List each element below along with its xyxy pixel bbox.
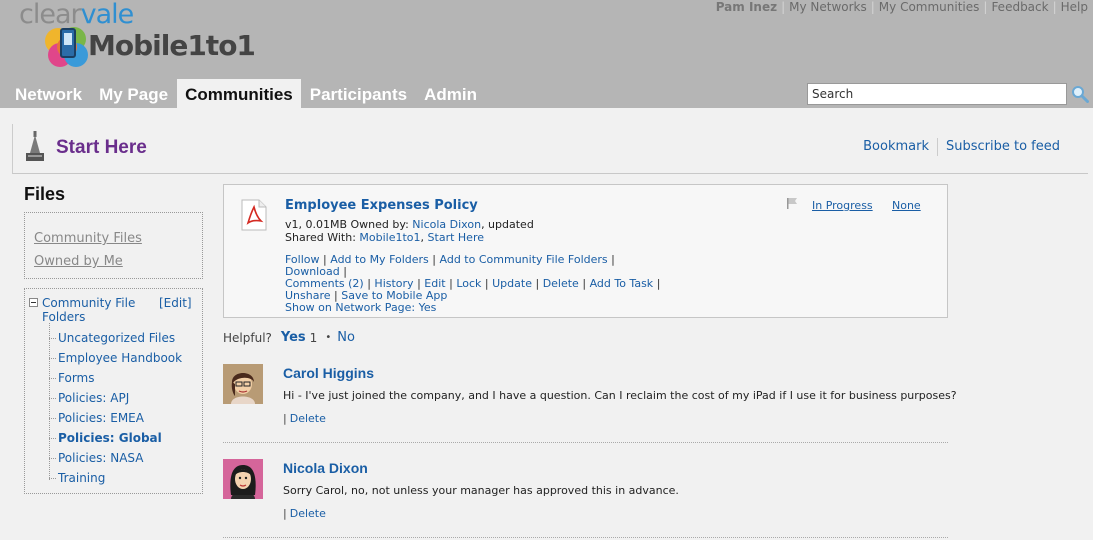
helpful-no-link[interactable]: No bbox=[337, 330, 355, 345]
edit-folders-link[interactable]: [Edit] bbox=[159, 296, 192, 310]
owner-link[interactable]: Nicola Dixon bbox=[412, 218, 481, 231]
page-title-bar: Start Here Bookmark Subscribe to feed bbox=[12, 124, 1088, 174]
delete-file-link[interactable]: Delete bbox=[543, 277, 579, 290]
search-input[interactable]: Search bbox=[807, 83, 1067, 105]
top-links: Pam Inez | My Networks | My Communities | Feed… bbox=[715, 0, 1088, 14]
divider bbox=[936, 138, 938, 156]
file-owner-line: v1, 0.01MB Owned by: Nicola Dixon, updat… bbox=[285, 218, 534, 231]
tab-communities[interactable]: Communities bbox=[177, 79, 301, 108]
comment-actions: | Delete bbox=[283, 507, 326, 520]
folder-policies-nasa[interactable]: Policies: NASA bbox=[49, 449, 182, 469]
header: clearvale Mobile1to1 Pam Inez | My Network… bbox=[0, 0, 1093, 108]
folder-training[interactable]: Training bbox=[49, 469, 182, 489]
tab-network[interactable]: Network bbox=[7, 79, 90, 108]
comment-author[interactable]: Carol Higgins bbox=[283, 365, 374, 381]
file-meta: v1, 0.01MB Owned by: Nicola Dixon, updat… bbox=[285, 218, 534, 244]
avatar[interactable] bbox=[223, 364, 263, 404]
comment-text: Hi - I've just joined the company, and I… bbox=[283, 389, 957, 402]
lock-link[interactable]: Lock bbox=[456, 277, 481, 290]
add-to-task-link[interactable]: Add To Task bbox=[590, 277, 654, 290]
comment-actions: | Delete bbox=[283, 412, 326, 425]
tower-icon bbox=[26, 131, 44, 161]
file-shared-line: Shared With: Mobile1to1, Start Here bbox=[285, 231, 484, 244]
search-icon[interactable] bbox=[1071, 85, 1089, 103]
tab-my-page[interactable]: My Page bbox=[91, 79, 176, 108]
subscribe-feed-link[interactable]: Subscribe to feed bbox=[946, 139, 1060, 156]
pdf-file-icon bbox=[241, 199, 267, 231]
folder-list: Uncategorized Files Employee Handbook Fo… bbox=[49, 329, 182, 489]
help-link[interactable]: Help bbox=[1061, 0, 1088, 14]
phone-icon bbox=[60, 28, 76, 58]
folder-policies-global[interactable]: Policies: Global bbox=[49, 429, 182, 449]
title-actions: Bookmark Subscribe to feed bbox=[863, 138, 1060, 156]
priority-none-link[interactable]: None bbox=[892, 199, 921, 212]
comment-divider bbox=[223, 537, 948, 538]
file-title[interactable]: Employee Expenses Policy bbox=[285, 198, 478, 213]
owned-by-me-link[interactable]: Owned by Me bbox=[34, 250, 202, 273]
comment-divider bbox=[223, 442, 948, 443]
collapse-icon[interactable] bbox=[29, 298, 38, 307]
tab-participants[interactable]: Participants bbox=[302, 79, 415, 108]
community-file-folders-link[interactable]: Community File Folders bbox=[42, 296, 142, 324]
helpful-label: Helpful? bbox=[223, 330, 272, 345]
show-on-network-page-link[interactable]: Show on Network Page: Yes bbox=[285, 301, 436, 314]
avatar[interactable] bbox=[223, 459, 263, 499]
comment-item: Nicola Dixon Sorry Carol, no, not unless… bbox=[223, 459, 948, 540]
user-name[interactable]: Pam Inez bbox=[716, 0, 777, 14]
delete-comment-link[interactable]: Delete bbox=[290, 507, 326, 520]
folder-policies-emea[interactable]: Policies: EMEA bbox=[49, 409, 182, 429]
flag-icon bbox=[787, 198, 797, 209]
add-to-community-folders-link[interactable]: Add to Community File Folders bbox=[440, 253, 608, 266]
feedback-link[interactable]: Feedback bbox=[991, 0, 1048, 14]
files-heading: Files bbox=[24, 184, 66, 204]
tab-admin[interactable]: Admin bbox=[416, 79, 485, 108]
comment-author[interactable]: Nicola Dixon bbox=[283, 460, 368, 476]
mobile1to1-logo[interactable]: Mobile1to1 bbox=[44, 25, 256, 69]
my-communities-link[interactable]: My Communities bbox=[879, 0, 980, 14]
helpful-yes-link[interactable]: Yes bbox=[281, 330, 306, 345]
folder-tree: Community File Folders [Edit] Uncategori… bbox=[24, 288, 203, 494]
page-title: Start Here bbox=[56, 137, 147, 158]
helpful-dot: • bbox=[325, 332, 332, 343]
bookmark-link[interactable]: Bookmark bbox=[863, 139, 929, 156]
folder-policies-apj[interactable]: Policies: APJ bbox=[49, 389, 182, 409]
comment-item: Carol Higgins Hi - I've just joined the … bbox=[223, 364, 957, 459]
brand-name: Mobile1to1 bbox=[88, 29, 256, 62]
file-actions: Follow | Add to My Folders | Add to Comm… bbox=[285, 253, 661, 314]
comment-text: Sorry Carol, no, not unless your manager… bbox=[283, 484, 679, 497]
shared-mobile1to1-link[interactable]: Mobile1to1 bbox=[359, 231, 420, 244]
status-link[interactable]: In Progress bbox=[812, 199, 873, 212]
update-link[interactable]: Update bbox=[492, 277, 532, 290]
helpful-yes-count: 1 bbox=[309, 330, 318, 345]
helpful-rating: Helpful? Yes 1 • No bbox=[223, 330, 355, 345]
file-card: Employee Expenses Policy v1, 0.01MB Owne… bbox=[223, 184, 948, 318]
folder-employee-handbook[interactable]: Employee Handbook bbox=[49, 349, 182, 369]
shared-start-here-link[interactable]: Start Here bbox=[428, 231, 484, 244]
main-nav: Network My Page Communities Participants… bbox=[7, 79, 486, 108]
file-filters: Community Files Owned by Me bbox=[24, 212, 203, 279]
community-files-link[interactable]: Community Files bbox=[34, 227, 202, 250]
folder-forms[interactable]: Forms bbox=[49, 369, 182, 389]
folder-uncategorized-files[interactable]: Uncategorized Files bbox=[49, 329, 182, 349]
my-networks-link[interactable]: My Networks bbox=[789, 0, 867, 14]
delete-comment-link[interactable]: Delete bbox=[290, 412, 326, 425]
